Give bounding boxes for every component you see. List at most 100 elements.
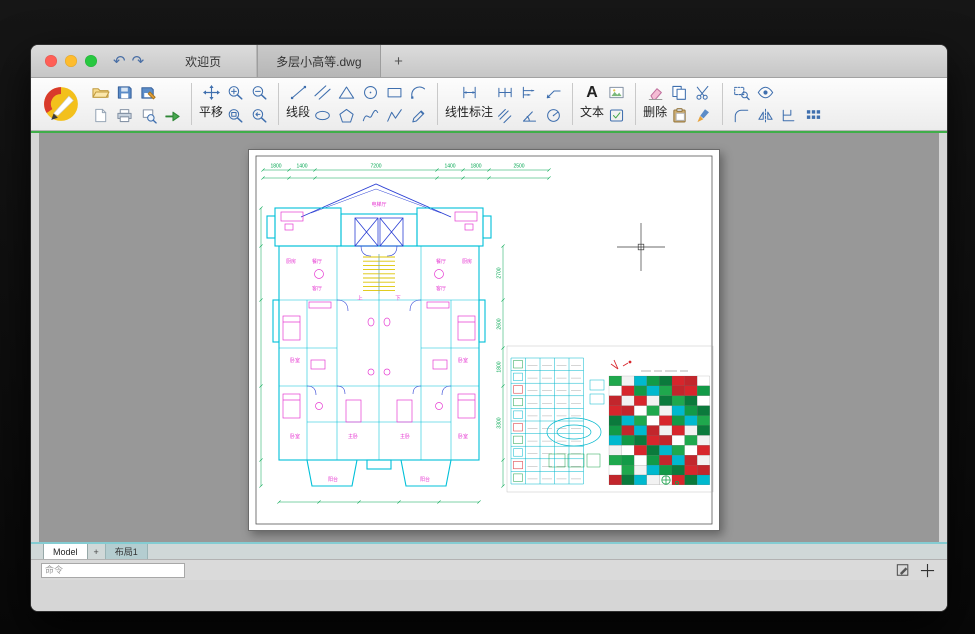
continue-dimension-button[interactable]	[494, 82, 517, 103]
svg-text:卧室: 卧室	[290, 357, 300, 364]
svg-text:下: 下	[395, 295, 401, 302]
save-button[interactable]	[113, 82, 136, 103]
open-file-button[interactable]	[89, 82, 112, 103]
zoom-window-button[interactable]	[730, 82, 753, 103]
spline-tool-button[interactable]	[359, 105, 382, 126]
zoom-previous-button[interactable]	[248, 105, 271, 126]
svg-text:阳台: 阳台	[420, 476, 430, 483]
tools-group	[726, 82, 829, 126]
add-layout-button[interactable]: +	[88, 544, 105, 559]
app-logo[interactable]	[41, 84, 81, 124]
fillet-button[interactable]	[730, 105, 753, 126]
crosshair-toggle-icon[interactable]	[920, 563, 935, 578]
pan-zoom-group: 平移	[195, 82, 275, 126]
copy-button[interactable]	[668, 82, 691, 103]
aligned-dimension-button[interactable]	[494, 105, 517, 126]
insert-block-button[interactable]	[605, 105, 628, 126]
dwg-drawing: 1800140072001400180025002700260018003300…	[249, 150, 719, 530]
ellipse-tool-button[interactable]	[311, 105, 334, 126]
svg-text:1800: 1800	[270, 164, 281, 170]
polyline-tool-button[interactable]	[383, 105, 406, 126]
trim-button[interactable]	[778, 105, 801, 126]
pan-button[interactable]	[200, 82, 223, 103]
toolbar-divider	[635, 83, 636, 125]
close-button[interactable]	[45, 55, 57, 67]
modify-group: 删除	[639, 82, 719, 126]
cut-button[interactable]	[692, 82, 715, 103]
undo-icon[interactable]: ↶	[113, 54, 126, 69]
detail-block	[507, 346, 713, 492]
linear-dimension-button[interactable]	[458, 82, 481, 103]
command-input[interactable]	[41, 563, 185, 578]
new-tab-button[interactable]: +	[381, 45, 417, 77]
line-tool-button[interactable]	[287, 82, 310, 103]
dimension-group: 线性标注	[441, 82, 569, 126]
tab-welcome[interactable]: 欢迎页	[150, 45, 257, 77]
rectangle-tool-button[interactable]	[383, 82, 406, 103]
svg-text:3300: 3300	[497, 417, 503, 428]
legend-table	[511, 358, 584, 484]
annotation-mode-icon[interactable]	[896, 563, 910, 577]
match-properties-button[interactable]	[692, 105, 715, 126]
text-tool-button[interactable]: A	[581, 82, 604, 103]
layout-tabs-bar: Model + 布局1	[31, 542, 947, 559]
dimension-lines	[261, 170, 549, 502]
new-file-button[interactable]	[89, 105, 112, 126]
baseline-dimension-button[interactable]	[518, 82, 541, 103]
export-button[interactable]	[161, 105, 184, 126]
redo-icon[interactable]: ↷	[132, 54, 145, 69]
svg-text:客厅: 客厅	[312, 285, 322, 292]
svg-text:1800: 1800	[497, 361, 503, 372]
model-tab[interactable]: Model	[43, 544, 88, 559]
polygon-tool-button[interactable]	[335, 105, 358, 126]
erase-button[interactable]	[644, 82, 667, 103]
svg-text:1800: 1800	[470, 164, 481, 170]
zoom-extents-button[interactable]	[224, 105, 247, 126]
visibility-button[interactable]	[754, 82, 777, 103]
radius-dimension-button[interactable]	[542, 105, 565, 126]
zoom-button[interactable]	[85, 55, 97, 67]
draw-group: 线段	[282, 82, 434, 126]
zoom-in-button[interactable]	[224, 82, 247, 103]
construction-line-button[interactable]	[311, 82, 334, 103]
arc-tool-button[interactable]	[407, 82, 430, 103]
array-button[interactable]	[802, 105, 825, 126]
save-as-button[interactable]	[137, 82, 160, 103]
line-label: 线段	[286, 105, 310, 119]
text-group: A 文本	[576, 82, 632, 126]
print-preview-button[interactable]	[137, 105, 160, 126]
svg-text:餐厅: 餐厅	[436, 258, 446, 265]
titlebar: ↶ ↷ 欢迎页 多层小高等.dwg +	[31, 45, 947, 78]
triangle-tool-button[interactable]	[335, 82, 358, 103]
paste-button[interactable]	[668, 105, 691, 126]
mirror-button[interactable]	[754, 105, 777, 126]
angle-dimension-button[interactable]	[518, 105, 541, 126]
red-marks	[611, 360, 631, 369]
freehand-tool-button[interactable]	[407, 105, 430, 126]
toolbar-divider	[278, 83, 279, 125]
circle-tool-button[interactable]	[359, 82, 382, 103]
toolbar-divider	[572, 83, 573, 125]
leader-dimension-button[interactable]	[542, 82, 565, 103]
command-bar	[31, 559, 947, 580]
print-button[interactable]	[113, 105, 136, 126]
file-group	[85, 82, 188, 126]
svg-text:厨房: 厨房	[286, 258, 296, 265]
svg-text:餐厅: 餐厅	[312, 258, 322, 265]
svg-text:2600: 2600	[497, 318, 503, 329]
toolbar: 平移 线段	[31, 78, 947, 131]
toolbar-divider	[722, 83, 723, 125]
zoom-out-button[interactable]	[248, 82, 271, 103]
traffic-lights	[31, 45, 107, 77]
layout1-tab[interactable]: 布局1	[105, 544, 148, 559]
minimize-button[interactable]	[65, 55, 77, 67]
insert-image-button[interactable]	[605, 82, 628, 103]
track-detail	[547, 380, 604, 446]
svg-text:7200: 7200	[370, 164, 381, 170]
svg-text:阳台: 阳台	[328, 476, 338, 483]
linear-dimension-label: 线性标注	[445, 105, 493, 119]
drawing-canvas[interactable]: 1800140072001400180025002700260018003300…	[39, 133, 939, 542]
text-label: 文本	[580, 105, 604, 119]
app-window: ↶ ↷ 欢迎页 多层小高等.dwg +	[30, 44, 948, 612]
tab-drawing-file[interactable]: 多层小高等.dwg	[257, 45, 380, 77]
